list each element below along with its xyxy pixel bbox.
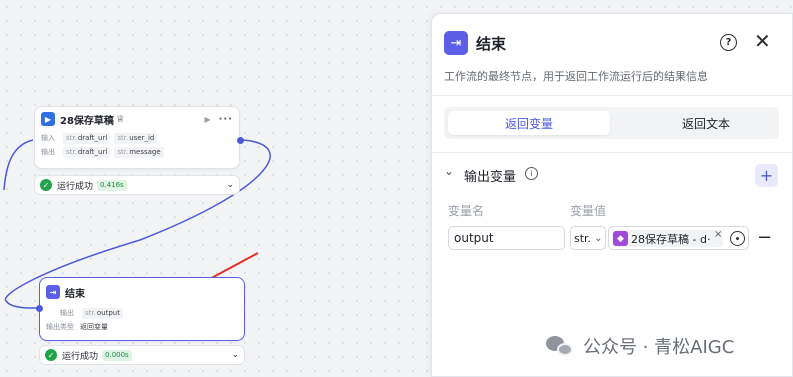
- node2-run-status[interactable]: ✓ 运行成功 0.000s ⌄: [39, 345, 245, 365]
- success-check-icon: ✓: [45, 349, 57, 361]
- info-icon[interactable]: i: [525, 167, 538, 180]
- node-save-draft[interactable]: ▶ 28保存草稿 ♕ ▶ ··· 输入 str. draft_url str. us…: [34, 106, 244, 169]
- collapse-chevron-icon[interactable]: ⌄: [444, 164, 454, 178]
- output-type-label: 输出类型: [46, 323, 74, 331]
- tab-return-variable[interactable]: 返回变量: [448, 111, 610, 135]
- watermark: 公众号 · 青松AIGC: [546, 333, 734, 359]
- input-row: 输入 str. draft_url str. user_id: [35, 131, 239, 145]
- remove-reference-icon[interactable]: ×: [714, 229, 722, 240]
- output-type-row: 输出类型 返回变量: [40, 320, 244, 334]
- reference-text: 28保存草稿 - d·: [631, 232, 711, 246]
- time-badge: 0.000s: [102, 349, 132, 361]
- tab-return-text[interactable]: 返回文本: [625, 111, 787, 135]
- wechat-logo-icon: [546, 334, 576, 358]
- param-tag: str. message: [114, 146, 164, 158]
- chevron-down-icon: ⌄: [594, 232, 603, 244]
- add-variable-button[interactable]: +: [755, 164, 778, 187]
- output-type-value: 返回变量: [80, 323, 108, 331]
- divider: [432, 152, 792, 153]
- end-node-icon: ⇥: [444, 31, 468, 55]
- chevron-down-icon[interactable]: ⌄: [231, 350, 239, 360]
- status-text: 运行成功: [62, 351, 99, 362]
- type-value: str.: [574, 231, 592, 245]
- variable-name-input[interactable]: [448, 226, 565, 250]
- node-title: 28保存草稿: [60, 115, 114, 127]
- edge-upper: [3, 139, 34, 191]
- section-title: 输出变量: [464, 170, 517, 185]
- output-row: 输出 str. draft_url str. message: [35, 145, 239, 159]
- select-target-icon[interactable]: [730, 231, 745, 246]
- node-end[interactable]: ⇥ 结束 输出 str. output 输出类型 返回变量: [36, 277, 245, 341]
- crown-icon: ♕: [115, 113, 125, 125]
- node-title: 结束: [65, 288, 85, 300]
- run-node-icon[interactable]: ▶: [204, 115, 210, 124]
- end-node-icon: ⇥: [46, 285, 60, 299]
- node1-run-status[interactable]: ✓ 运行成功 0.416s ⌄: [34, 175, 240, 195]
- param-tag: str. draft_url: [63, 146, 111, 158]
- output-label: 输出: [60, 309, 74, 317]
- return-mode-switch: 返回变量 返回文本: [444, 107, 779, 139]
- chevron-down-icon[interactable]: ⌄: [226, 180, 234, 190]
- reference-chip: ◆ 28保存草稿 - d·: [612, 230, 723, 247]
- param-tag: str. user_id: [114, 132, 158, 144]
- input-port[interactable]: [36, 305, 43, 312]
- variable-reference-field[interactable]: ◆ 28保存草稿 - d· ×: [608, 226, 749, 250]
- status-text: 运行成功: [57, 181, 94, 192]
- panel-description: 工作流的最终节点，用于返回工作流运行后的结果信息: [444, 70, 708, 83]
- column-header-value: 变量值: [570, 204, 607, 218]
- end-node-panel: ⇥ 结束 ? ✕ 工作流的最终节点，用于返回工作流运行后的结果信息 返回变量 返…: [431, 13, 793, 377]
- input-label: 输入: [41, 134, 55, 142]
- play-app-icon: ▶: [41, 112, 55, 126]
- close-icon[interactable]: ✕: [754, 30, 771, 52]
- output-row: 输出 str. output: [40, 306, 244, 320]
- type-select[interactable]: str. ⌄: [570, 226, 606, 250]
- watermark-text: 公众号 · 青松AIGC: [583, 337, 735, 358]
- plugin-node-icon: ◆: [613, 231, 628, 246]
- param-tag: str. draft_url: [63, 132, 111, 144]
- divider: [432, 95, 792, 96]
- success-check-icon: ✓: [40, 179, 52, 191]
- column-header-name: 变量名: [448, 204, 485, 218]
- more-menu-icon[interactable]: ···: [219, 114, 233, 125]
- panel-title: 结束: [476, 35, 507, 53]
- time-badge: 0.416s: [97, 179, 127, 191]
- remove-row-button[interactable]: −: [757, 227, 772, 248]
- output-port[interactable]: [237, 137, 244, 144]
- param-tag: str. output: [82, 307, 123, 319]
- help-icon[interactable]: ?: [720, 34, 737, 51]
- output-label: 输出: [41, 148, 55, 156]
